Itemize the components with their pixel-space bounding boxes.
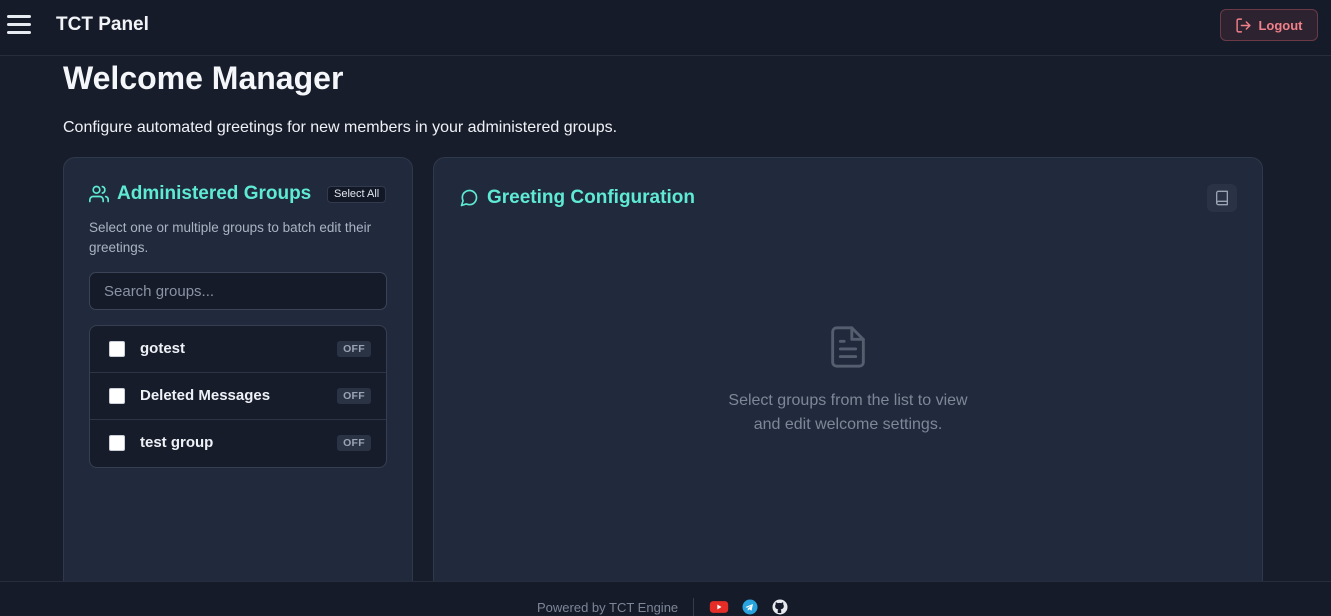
message-square-icon (460, 189, 478, 207)
search-groups-input[interactable] (89, 272, 387, 310)
page-title: Welcome Manager (63, 60, 344, 96)
group-checkbox[interactable] (109, 341, 125, 357)
config-card-title: Greeting Configuration (487, 187, 695, 208)
config-card-header: Greeting Configuration (459, 187, 695, 209)
hamburger-menu-icon[interactable] (7, 15, 31, 34)
document-icon (831, 326, 865, 368)
app-title: TCT Panel (56, 14, 149, 35)
footer-divider (693, 598, 694, 616)
group-checkbox[interactable] (109, 435, 125, 451)
administered-groups-card: Administered Groups Select All Select on… (63, 157, 413, 597)
select-all-button[interactable]: Select All (327, 186, 387, 203)
logout-button[interactable]: Logout (1220, 9, 1318, 41)
empty-state-message: Select groups from the list to view and … (728, 392, 968, 433)
docs-button[interactable] (1207, 184, 1237, 212)
group-name: Deleted Messages (140, 387, 271, 404)
powered-by-text: Powered by TCT Engine (537, 600, 679, 615)
github-icon[interactable] (770, 598, 790, 616)
groups-card-header: Administered Groups (89, 183, 311, 205)
status-badge: OFF (337, 341, 371, 357)
book-icon (1216, 190, 1228, 206)
groups-card-title: Administered Groups (117, 183, 312, 204)
page-subtitle: Configure automated greetings for new me… (63, 119, 618, 136)
greeting-configuration-card: Greeting Configuration Select groups fro… (433, 157, 1263, 597)
empty-state: Select groups from the list to view and … (434, 324, 1262, 437)
logout-icon (1236, 17, 1252, 33)
group-row-gotest[interactable]: gotest OFF (90, 326, 386, 373)
groups-description: Select one or multiple groups to batch e… (89, 220, 372, 255)
footer: Powered by TCT Engine (0, 581, 1331, 616)
group-list: gotest OFF Deleted Messages OFF test gro… (89, 325, 387, 468)
status-badge: OFF (337, 435, 371, 451)
group-row-deleted-messages[interactable]: Deleted Messages OFF (90, 373, 386, 420)
logout-label: Logout (1258, 17, 1303, 33)
top-bar: TCT Panel Logout (0, 0, 1331, 56)
status-badge: OFF (337, 388, 371, 404)
group-checkbox[interactable] (109, 388, 125, 404)
group-name: test group (140, 434, 214, 451)
group-name: gotest (140, 340, 185, 357)
telegram-icon[interactable] (740, 598, 760, 616)
group-row-test-group[interactable]: test group OFF (90, 420, 386, 467)
youtube-icon[interactable] (709, 598, 729, 616)
users-icon (89, 185, 109, 203)
